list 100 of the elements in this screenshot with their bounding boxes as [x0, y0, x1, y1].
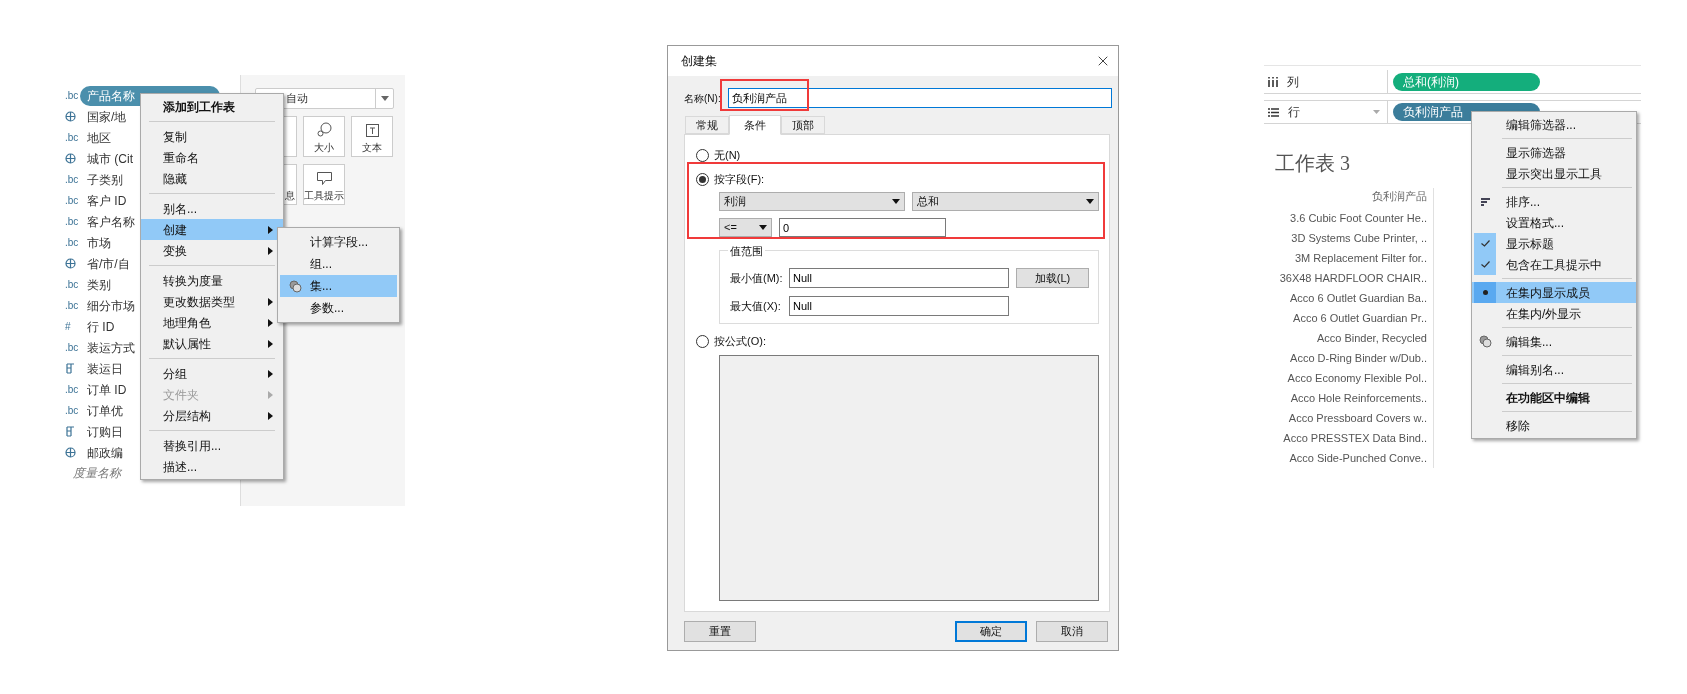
field-item[interactable]: 行 ID	[80, 317, 115, 336]
calendar-icon	[65, 426, 76, 437]
menu-item[interactable]: 分层结构	[141, 405, 283, 426]
row-label: Acco Side-Punched Conve..	[1289, 451, 1427, 466]
menu-item[interactable]: 在功能区中编辑	[1472, 387, 1636, 408]
field-item[interactable]: 省/市/自	[80, 254, 130, 273]
aggregation-dropdown[interactable]: 总和	[912, 192, 1099, 211]
field-dropdown[interactable]: 利润	[719, 192, 905, 211]
menu-item[interactable]: 显示筛选器	[1472, 142, 1636, 163]
globe-icon	[65, 447, 76, 458]
shelf-label: 行	[1288, 104, 1301, 121]
reset-button[interactable]: 重置	[684, 621, 756, 642]
row-label: 3M Replacement Filter for..	[1294, 251, 1427, 266]
field-type-icon: .bc	[65, 342, 79, 353]
field-type-icon: .bc	[65, 195, 79, 206]
menu-item[interactable]: 别名...	[141, 198, 283, 219]
field-type-icon: .bc	[65, 405, 79, 416]
field-item[interactable]: 客户名称	[80, 212, 135, 231]
option-label: 按字段(F):	[714, 171, 765, 187]
menu-item[interactable]: 替换引用...	[141, 435, 283, 456]
min-field[interactable]: Null	[789, 268, 1009, 288]
field-item[interactable]: 市场	[80, 233, 111, 252]
sheet-title: 工作表 3	[1275, 151, 1350, 176]
menu-item[interactable]: 设置格式...	[1472, 212, 1636, 233]
field-type-icon: .bc	[65, 132, 79, 143]
field-type-icon: .bc	[65, 384, 79, 395]
menu-item[interactable]: 默认属性	[141, 333, 283, 354]
field-type-icon: .bc	[65, 216, 79, 227]
field-item[interactable]: 邮政编	[80, 443, 123, 462]
operator-dropdown[interactable]: <=	[719, 218, 772, 237]
field-item[interactable]: 细分市场	[80, 296, 135, 315]
option-label: 无(N)	[714, 147, 741, 163]
menu-item[interactable]: 集...	[280, 275, 397, 297]
field-type-icon: .bc	[65, 90, 79, 101]
row-label: 3D Systems Cube Printer, ..	[1291, 231, 1427, 246]
tab[interactable]: 顶部	[781, 116, 825, 134]
measure-names-label: 度量名称	[73, 465, 121, 482]
field-type-icon: .bc	[65, 237, 79, 248]
field-type-icon: .bc	[65, 279, 79, 290]
ok-button[interactable]: 确定	[955, 621, 1027, 642]
field-item[interactable]: 城市 (Cit	[80, 149, 133, 168]
menu-item[interactable]: 在集内/外显示	[1472, 303, 1636, 324]
menu-item[interactable]: 计算字段...	[280, 231, 397, 253]
field-item[interactable]: 子类别	[80, 170, 123, 189]
menu-item[interactable]: 复制	[141, 126, 283, 147]
field-item[interactable]: 客户 ID	[80, 191, 127, 210]
radio-button[interactable]	[696, 172, 709, 186]
text-icon	[365, 124, 379, 137]
mark-property-button[interactable]: 大小	[303, 116, 345, 157]
calendar-icon	[65, 363, 76, 374]
menu-item[interactable]: 编辑别名...	[1472, 359, 1636, 380]
menu-item[interactable]: 创建	[141, 219, 283, 240]
menu-item[interactable]: 显示突出显示工具	[1472, 163, 1636, 184]
value-field[interactable]: 0	[779, 218, 946, 237]
field-type-icon: .bc	[65, 300, 79, 311]
tab[interactable]: 条件	[729, 115, 781, 135]
radio-button[interactable]	[696, 334, 709, 348]
menu-item[interactable]: 在集内显示成员	[1472, 282, 1636, 303]
range-group-title: 值范围	[728, 243, 765, 260]
row-label: Acco PRESSTEX Data Bind..	[1283, 431, 1427, 446]
menu-item[interactable]: 显示标题	[1472, 233, 1636, 254]
menu-item[interactable]: 移除	[1472, 415, 1636, 436]
row-label: Acco Economy Flexible Pol..	[1287, 371, 1427, 386]
caret-icon	[1086, 199, 1094, 204]
field-item[interactable]: 装运日	[80, 359, 123, 378]
radio-button[interactable]	[696, 148, 709, 162]
menu-item[interactable]: 分组	[141, 363, 283, 384]
field-item[interactable]: 装运方式	[80, 338, 135, 357]
column-header: 负利润产品	[1372, 189, 1427, 204]
row-label: Acco 6 Outlet Guardian Ba..	[1290, 291, 1427, 306]
caret-icon	[892, 199, 900, 204]
set-icon	[1478, 335, 1492, 348]
menu-item[interactable]: 隐藏	[141, 168, 283, 189]
cancel-button[interactable]: 取消	[1036, 621, 1108, 642]
field-item[interactable]: 国家/地	[80, 107, 127, 126]
menu-item[interactable]: 编辑集...	[1472, 331, 1636, 352]
globe-icon	[65, 258, 76, 269]
row-label: Acco Pressboard Covers w..	[1288, 411, 1427, 426]
menu-item[interactable]: 重命名	[141, 147, 283, 168]
mark-property-button[interactable]: 工具提示	[303, 164, 345, 205]
dialog-title: 创建集	[681, 53, 717, 70]
menu-item[interactable]: 包含在工具提示中	[1472, 254, 1636, 275]
name-field[interactable]: 负利润产品	[728, 88, 1112, 108]
menu-item[interactable]: 参数...	[280, 297, 397, 319]
tab[interactable]: 常规	[685, 116, 729, 134]
max-field[interactable]: Null	[789, 296, 1009, 316]
field-item[interactable]: 订单优	[80, 401, 123, 420]
load-button[interactable]: 加载(L)	[1016, 268, 1089, 288]
menu-item[interactable]: 描述...	[141, 456, 283, 477]
menu-item[interactable]: 排序...	[1472, 191, 1636, 212]
field-item[interactable]: 地区	[80, 128, 111, 147]
row-label: Acco 6 Outlet Guardian Pr..	[1293, 311, 1427, 326]
shelf-label: 列	[1287, 73, 1300, 91]
field-item[interactable]: 订购日	[80, 422, 123, 441]
menu-item[interactable]: 组...	[280, 253, 397, 275]
row-label: Acco Binder, Recycled	[1316, 331, 1427, 346]
field-item[interactable]: 订单 ID	[80, 380, 127, 399]
field-item[interactable]: 类别	[80, 275, 111, 294]
mark-property-button[interactable]: 文本	[351, 116, 393, 157]
speech-bubble-icon	[316, 172, 332, 185]
